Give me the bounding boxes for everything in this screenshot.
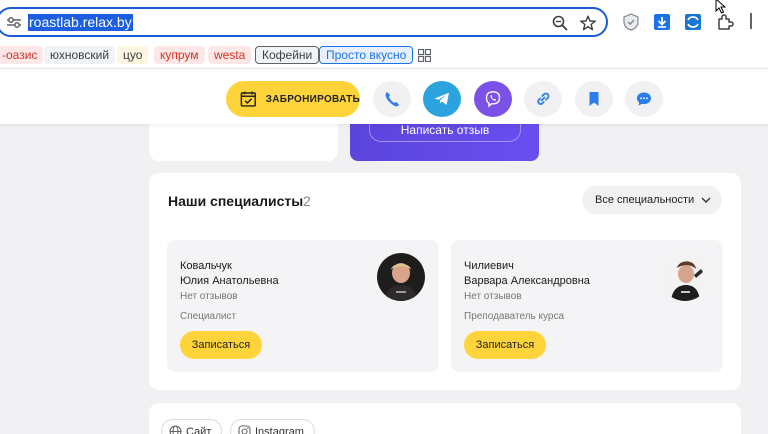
telegram-button[interactable] bbox=[423, 81, 461, 117]
specialists-count: 2 bbox=[303, 193, 311, 209]
section-title: Наши специалисты bbox=[168, 193, 304, 209]
specialist-name: Ковальчук Юлия Анатольевна bbox=[180, 259, 279, 289]
specialist-book-button[interactable]: Записаться bbox=[464, 331, 546, 359]
viber-button[interactable] bbox=[474, 81, 512, 117]
phone-icon bbox=[385, 92, 399, 107]
instagram-icon bbox=[238, 425, 251, 434]
specialist-given-name: Юлия Анатольевна bbox=[180, 275, 279, 287]
specialty-filter-dropdown[interactable]: Все специальности bbox=[582, 186, 722, 214]
address-bar[interactable]: roastlab.relax.by bbox=[0, 7, 608, 37]
book-button-label: ЗАБРОНИРОВАТЬ bbox=[265, 93, 360, 105]
telegram-icon bbox=[434, 92, 449, 105]
specialist-surname: Чилиевич bbox=[464, 260, 514, 272]
share-link-button[interactable] bbox=[524, 81, 562, 117]
sync-extension-icon[interactable] bbox=[684, 13, 702, 31]
toolbar-divider bbox=[750, 13, 752, 29]
apps-grid-icon[interactable] bbox=[418, 49, 431, 62]
viber-icon bbox=[485, 91, 501, 108]
bookmark-item[interactable]: westa bbox=[208, 46, 252, 64]
bookmark-icon bbox=[589, 92, 599, 106]
bookmark-button[interactable] bbox=[575, 81, 613, 117]
specialist-role: Преподаватель курса bbox=[464, 311, 565, 322]
specialist-book-button[interactable]: Записаться bbox=[180, 331, 262, 359]
calendar-check-icon bbox=[240, 91, 256, 107]
mouse-cursor-icon bbox=[715, 0, 727, 14]
specialist-role: Специалист bbox=[180, 311, 237, 322]
bookmark-item[interactable]: цуо bbox=[117, 46, 149, 64]
specialist-name: Чилиевич Варвара Александровна bbox=[464, 259, 590, 289]
bookmark-item[interactable]: юхновский bbox=[44, 46, 116, 64]
instagram-link-label: Instagram bbox=[255, 426, 304, 434]
chevron-down-icon bbox=[701, 197, 711, 203]
star-icon[interactable] bbox=[580, 15, 596, 31]
avatar bbox=[377, 253, 425, 301]
bookmark-item[interactable]: купрум bbox=[154, 46, 205, 64]
specialists-section: Наши специалисты 2 Все специальности Ков… bbox=[149, 173, 741, 390]
phone-button[interactable] bbox=[373, 81, 411, 117]
site-link[interactable]: Сайт bbox=[161, 419, 223, 434]
browser-toolbar: roastlab.relax.by bbox=[0, 0, 768, 44]
specialist-given-name: Варвара Александровна bbox=[464, 275, 590, 287]
chat-bubble-icon bbox=[637, 92, 651, 106]
info-card bbox=[149, 120, 338, 161]
extensions-puzzle-icon[interactable] bbox=[716, 13, 734, 31]
site-info-icon[interactable] bbox=[7, 17, 21, 28]
contact-action-bar: ЗАБРОНИРОВАТЬ bbox=[0, 68, 768, 124]
instagram-link[interactable]: Instagram bbox=[230, 419, 315, 434]
bookmark-item[interactable]: Просто вкусно bbox=[319, 46, 414, 64]
link-icon bbox=[537, 92, 550, 105]
avatar bbox=[661, 253, 709, 301]
zoom-icon[interactable] bbox=[552, 15, 568, 31]
specialist-surname: Ковальчук bbox=[180, 260, 232, 272]
bookmark-item[interactable]: Кофейни bbox=[255, 46, 320, 64]
download-extension-icon[interactable] bbox=[653, 13, 671, 31]
filter-label: Все специальности bbox=[595, 194, 695, 206]
links-section: Сайт Instagram bbox=[149, 403, 741, 434]
chat-button[interactable] bbox=[625, 81, 663, 117]
globe-icon bbox=[169, 425, 182, 434]
bookmarks-bar: -оазис юхновский цуо купрум westa Кофейн… bbox=[0, 44, 768, 68]
specialist-card[interactable]: Чилиевич Варвара Александровна Нет отзыв… bbox=[451, 240, 723, 372]
site-link-label: Сайт bbox=[186, 426, 212, 434]
specialist-card[interactable]: Ковальчук Юлия Анатольевна Нет отзывов С… bbox=[167, 240, 439, 372]
url-text[interactable]: roastlab.relax.by bbox=[28, 14, 133, 31]
shield-extension-icon[interactable] bbox=[622, 13, 640, 31]
specialist-reviews: Нет отзывов bbox=[180, 291, 238, 302]
book-button[interactable]: ЗАБРОНИРОВАТЬ bbox=[226, 81, 360, 117]
review-card: Написать отзыв bbox=[350, 118, 539, 161]
specialist-reviews: Нет отзывов bbox=[464, 291, 522, 302]
bookmark-item[interactable]: -оазис bbox=[0, 46, 44, 64]
